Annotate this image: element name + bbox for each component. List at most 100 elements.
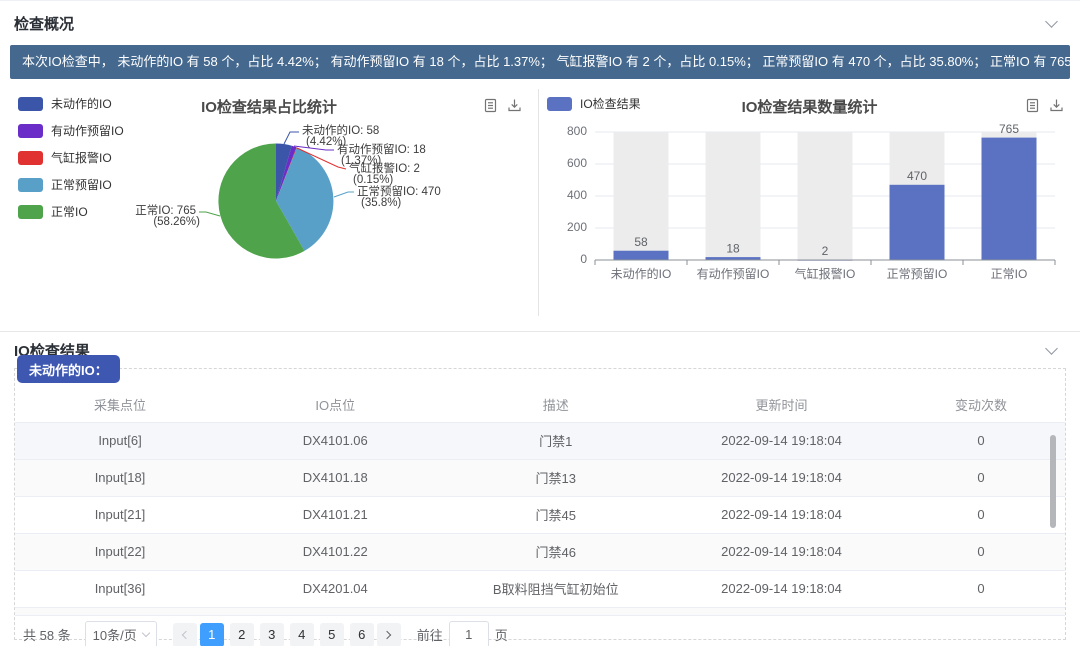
legend-item[interactable]: 正常IO (18, 203, 124, 220)
page-size-select[interactable]: 10条/页 (85, 621, 157, 646)
table-row[interactable]: Input[36]DX4201.04B取料阻挡气缸初始位2022-09-14 1… (15, 570, 1065, 607)
page-number-button[interactable]: 4 (290, 623, 314, 646)
legend-swatch-icon (18, 151, 43, 165)
legend-item[interactable]: 有动作预留IO (18, 122, 124, 139)
legend-item[interactable]: 气缸报警IO (18, 149, 124, 166)
x-axis-category-label: 有动作预留IO (697, 267, 770, 281)
pagination-total: 共 58 条 (23, 625, 71, 644)
chevron-down-icon (141, 629, 149, 637)
bar-value-label: 58 (634, 235, 648, 249)
legend-item[interactable]: 未动作的IO (18, 95, 124, 112)
table-cell: DX4101.18 (225, 459, 446, 496)
page-size-value: 10条/页 (93, 625, 137, 644)
table-cell: Input[21] (15, 496, 225, 533)
bar[interactable] (982, 138, 1037, 260)
table-cell: Input[6] (15, 422, 225, 459)
table-cell: 2022-09-14 19:18:04 (666, 422, 897, 459)
overview-section-title: 检查概况 (14, 13, 74, 34)
legend-label: 气缸报警IO (51, 149, 112, 166)
pie-label: 未动作的IO: 58 (302, 123, 379, 137)
table-cell: 0 (897, 533, 1065, 570)
table-cell: 2022-09-14 19:18:04 (666, 496, 897, 533)
table-column-header: 描述 (446, 388, 667, 422)
legend-swatch-icon (18, 124, 43, 138)
page-number-button[interactable]: 5 (320, 623, 344, 646)
bar-value-label: 18 (726, 241, 740, 255)
bar[interactable] (614, 251, 669, 260)
filter-tag-button[interactable]: 未动作的IO： (17, 355, 120, 383)
table-row[interactable]: Input[22]DX4101.22门禁462022-09-14 19:18:0… (15, 533, 1065, 570)
table-cell: 2022-09-14 19:18:04 (666, 533, 897, 570)
table-scrollbar[interactable] (1050, 435, 1056, 528)
bar-chart[interactable]: 020040060080058未动作的IO18有动作预留IO2气缸报警IO470… (539, 89, 1080, 316)
summary-banner: 本次IO检查中， 未动作的IO 有 58 个，占比 4.42%； 有动作预留IO… (10, 45, 1070, 79)
y-axis-tick-label: 800 (567, 124, 587, 138)
pie-label-line (334, 192, 354, 197)
table-column-header: 变动次数 (897, 388, 1065, 422)
bar[interactable] (890, 185, 945, 260)
y-axis-tick-label: 600 (567, 156, 587, 170)
pie-label-pct: (58.26%) (153, 216, 200, 228)
bar-value-label: 470 (907, 169, 927, 183)
goto-page: 前往 页 (417, 621, 508, 646)
table-row[interactable]: Input[18]DX4101.18门禁132022-09-14 19:18:0… (15, 459, 1065, 496)
legend-item[interactable]: 正常预留IO (18, 176, 124, 193)
table-cell: DX4101.22 (225, 533, 446, 570)
table-cell: 门禁1 (446, 422, 667, 459)
results-section-header: IO检查结果 (0, 332, 1080, 368)
legend-label: 正常IO (51, 203, 88, 220)
bar-legend-swatch-icon (547, 97, 572, 111)
table-cell: Input[18] (15, 459, 225, 496)
chevron-down-icon[interactable] (1045, 342, 1058, 355)
charts-row: IO检查结果占比统计 未动作的IO有动作预留IO气缸报警IO正常预留IO正常IO… (0, 89, 1080, 316)
chevron-right-icon (383, 630, 391, 638)
pie-label: 气缸报警IO: 2 (349, 161, 420, 175)
chevron-down-icon[interactable] (1045, 15, 1058, 28)
bar-chart-panel: IO检查结果数量统计 IO检查结果 (539, 89, 1080, 316)
legend-label: 未动作的IO (51, 95, 112, 112)
bar-legend-label: IO检查结果 (580, 95, 641, 112)
bar-value-label: 765 (999, 122, 1019, 136)
table-row[interactable]: Input[21]DX4101.21门禁452022-09-14 19:18:0… (15, 496, 1065, 533)
table-cell: B取料阻挡气缸初始位 (446, 570, 667, 607)
table-cell: DX4201.04 (225, 570, 446, 607)
table-cell: 门禁45 (446, 496, 667, 533)
table-column-header: 采集点位 (15, 388, 225, 422)
bar-background-column (798, 132, 853, 260)
pie-label-pct: (35.8%) (361, 197, 401, 209)
bar-value-label: 2 (822, 244, 829, 258)
pie-label: 有动作预留IO: 18 (337, 142, 426, 156)
legend-item[interactable]: IO检查结果 (547, 95, 641, 112)
results-widget: 未动作的IO： 采集点位IO点位描述更新时间变动次数 Input[6]DX410… (14, 368, 1066, 640)
table-cell: 2022-09-14 19:18:04 (666, 570, 897, 607)
legend-swatch-icon (18, 178, 43, 192)
pagination-bar: 共 58 条 10条/页 123456 前往 页 (15, 621, 1065, 646)
x-axis-category-label: 气缸报警IO (795, 266, 856, 281)
table-cell: 0 (897, 459, 1065, 496)
legend-swatch-icon (18, 205, 43, 219)
table-cell: 0 (897, 496, 1065, 533)
table-cell: DX4101.21 (225, 496, 446, 533)
table-cell: Input[36] (15, 570, 225, 607)
goto-page-input[interactable] (449, 621, 489, 646)
legend-swatch-icon (18, 97, 43, 111)
y-axis-tick-label: 0 (580, 252, 587, 266)
partial-table-row (15, 608, 1065, 616)
page-number-button[interactable]: 6 (350, 623, 374, 646)
next-page-button[interactable] (377, 623, 401, 646)
prev-page-button[interactable] (173, 623, 197, 646)
table-cell: 门禁46 (446, 533, 667, 570)
legend-label: 有动作预留IO (51, 122, 124, 139)
y-axis-tick-label: 400 (567, 188, 587, 202)
legend-label: 正常预留IO (51, 176, 112, 193)
page-number-button[interactable]: 3 (260, 623, 284, 646)
pie-label-line (199, 212, 220, 216)
table-cell: Input[22] (15, 533, 225, 570)
table-cell: 0 (897, 422, 1065, 459)
page-number-button[interactable]: 1 (200, 623, 224, 646)
results-table-body: Input[6]DX4101.06门禁12022-09-14 19:18:040… (15, 422, 1065, 607)
table-row[interactable]: Input[6]DX4101.06门禁12022-09-14 19:18:040 (15, 422, 1065, 459)
page-number-button[interactable]: 2 (230, 623, 254, 646)
pie-chart-panel: IO检查结果占比统计 未动作的IO有动作预留IO气缸报警IO正常预留IO正常IO… (0, 89, 538, 316)
pie-legend: 未动作的IO 有动作预留IO 气缸报警IO 正常预留IO 正常IO (18, 95, 124, 220)
